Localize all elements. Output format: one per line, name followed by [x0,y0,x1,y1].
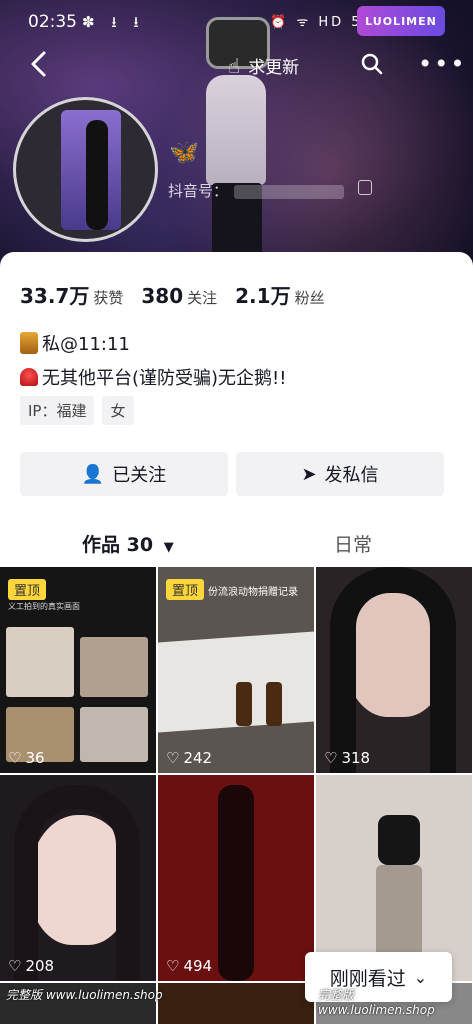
video-thumbnail[interactable] [316,775,472,981]
video-thumbnail[interactable] [158,983,314,1024]
search-button[interactable] [360,52,384,76]
video-thumbnail[interactable]: 置顶 份流浪动物捐赠记录 ♡ 242 [158,567,314,773]
status-notification-icons: ✽ ⭳ ⭳ [82,13,145,31]
followed-button[interactable]: 👤 已关注 [20,452,228,496]
douyin-id: 抖音号： [168,180,345,201]
video-caption: 份流浪动物捐赠记录 [208,587,298,598]
caret-down-icon: ▼ [163,540,174,555]
douyin-id-label: 抖音号： [168,182,229,200]
copy-icon[interactable] [358,180,372,195]
like-count: ♡ 242 [166,749,213,767]
send-message-label: 发私信 [324,465,379,486]
watermark-bottom-right: 完整版 www.luolimen.shop [318,988,435,1017]
hand-point-icon: ☝ [228,53,241,78]
like-count: ♡ 318 [324,749,371,767]
heart-icon: ♡ [8,749,22,767]
send-message-button[interactable]: ➤ 发私信 [236,452,444,496]
double-chevron-down-icon: ⌄ [413,967,428,987]
heart-icon: ♡ [324,749,338,767]
douyin-id-redacted [234,184,345,199]
like-count: ♡ 494 [166,957,213,975]
header-figure-image [198,17,278,280]
avatar[interactable] [13,97,158,242]
heart-icon: ♡ [8,957,22,975]
video-thumbnail[interactable]: ♡ 494 [158,775,314,981]
following-count[interactable]: 380 [141,284,183,308]
tab-works-label: 作品 30 [82,534,154,556]
search-icon [361,53,383,75]
content-tabs: 作品 30 ▼ 日常 [0,522,473,566]
video-thumbnail[interactable]: ♡ 318 [316,567,472,773]
followers-count[interactable]: 2.1万 [235,280,290,309]
likes-label: 获赞 [93,289,124,307]
profile-tags: IP：福建 女 [20,396,134,425]
request-update-label: 求更新 [248,58,300,78]
more-dots-icon: ••• [418,50,467,78]
paper-plane-icon: ➤ [301,463,317,485]
request-update-button[interactable]: ☝ 求更新 [228,53,300,79]
user-check-icon: 👤 [81,463,105,485]
tab-works[interactable]: 作品 30 ▼ [82,530,174,557]
profile-stats: 33.7万 获赞 380 关注 2.1万 粉丝 [20,280,343,309]
heart-icon: ♡ [166,957,180,975]
back-button[interactable] [28,50,48,82]
followers-label[interactable]: 粉丝 [295,287,325,308]
watermark-bottom-left: 完整版 www.luolimen.shop [6,988,163,1002]
tab-daily-label: 日常 [334,534,373,556]
video-caption: 义工拍到的真实画面 [8,602,80,611]
siren-icon [20,368,38,386]
watermark-logo: LUOLIMEN [357,6,445,36]
video-thumbnail[interactable]: ♡ 208 [0,775,156,981]
ip-location-tag: IP：福建 [20,396,95,425]
like-count: ♡ 208 [8,957,55,975]
bio-line-1: 私@11:11 [20,330,130,356]
heart-icon: ♡ [166,749,180,767]
like-count: ♡ 36 [8,749,45,767]
profile-screen: 02:35 ✽ ⭳ ⭳ ⏰ ᯤ HD 5G LUOLIMEN ☝ 求更新 •••… [0,0,473,1024]
pinned-badge: 置顶 [8,579,47,600]
door-icon [20,332,38,354]
bio-line-2-text: 无其他平台(谨防受骗)无企鹅!! [42,368,287,389]
likes-count: 33.7万 [20,284,90,308]
action-buttons: 👤 已关注 ➤ 发私信 [20,452,444,496]
pinned-badge: 置顶 [166,579,205,600]
bio-line-2: 无其他平台(谨防受骗)无企鹅!! [20,364,286,390]
tab-daily[interactable]: 日常 [334,530,372,557]
profile-header-background: 02:35 ✽ ⭳ ⭳ ⏰ ᯤ HD 5G LUOLIMEN ☝ 求更新 •••… [0,0,473,280]
chevron-left-icon [31,51,46,77]
profile-card: 33.7万 获赞 380 关注 2.1万 粉丝 私@11:11 无其他平台(谨防… [0,252,473,1024]
more-button[interactable]: ••• [418,50,466,78]
bio-line-1-text: 私@11:11 [42,334,130,355]
followed-label: 已关注 [112,465,167,486]
gender-tag: 女 [102,396,134,425]
butterfly-icon: 🦋 [169,138,199,166]
video-thumbnail[interactable]: 置顶 义工拍到的真实画面 ♡ 36 [0,567,156,773]
status-time: 02:35 [28,12,77,32]
following-label[interactable]: 关注 [187,287,217,308]
